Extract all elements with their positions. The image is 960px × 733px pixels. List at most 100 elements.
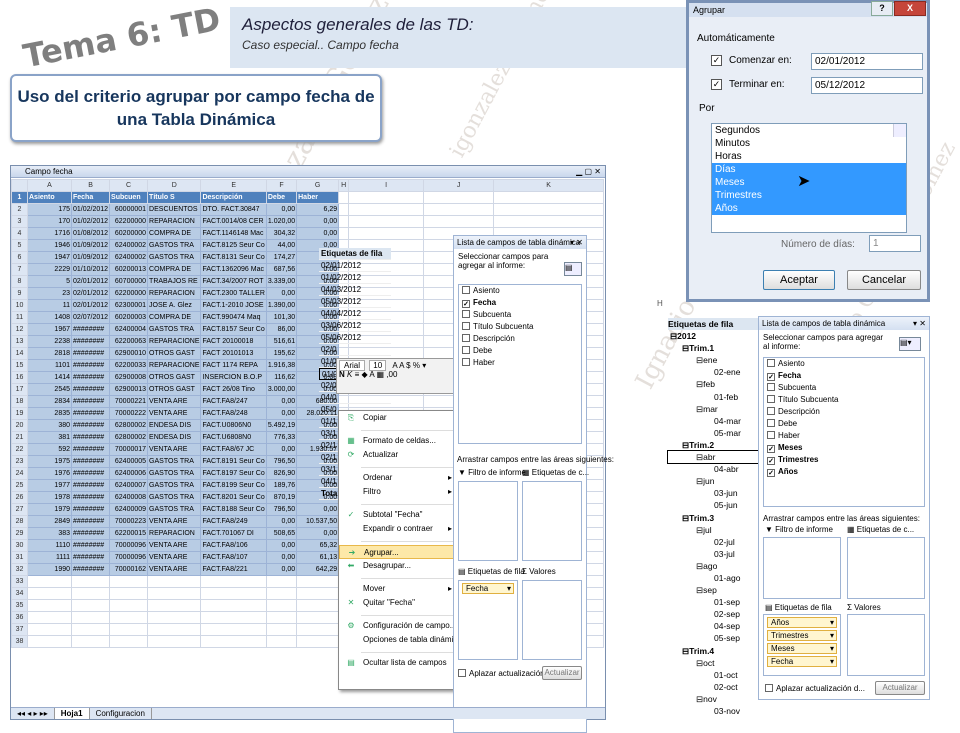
cell[interactable]: 1975	[27, 455, 72, 468]
cell[interactable]: 62400002	[109, 239, 149, 252]
cell[interactable]: FACT.FA8/221	[200, 563, 267, 576]
cell[interactable]: 381	[27, 431, 72, 444]
pivot-row[interactable]: 01-sep	[668, 596, 763, 608]
row-field-pill[interactable]: Fecha	[462, 583, 514, 594]
pivot-row[interactable]: 01-feb	[668, 391, 763, 403]
cell[interactable]: DESCUENTOS	[147, 203, 202, 216]
pivot-row[interactable]: 04-sep	[668, 620, 763, 632]
cell[interactable]: OTROS GAST	[147, 371, 202, 384]
cell[interactable]: 62200033	[109, 359, 149, 372]
close-icon[interactable]: ▾ ✕	[570, 236, 583, 249]
cell[interactable]: VENTA ARE	[147, 539, 202, 552]
mini-toolbar[interactable]: Arial 10 A A $ % ▾ N K ≡ ◆ A ▦ ,00	[336, 358, 472, 394]
pivot-row[interactable]: 02-ene	[668, 366, 763, 378]
row-number[interactable]: 25	[11, 479, 28, 492]
empty-cell[interactable]	[147, 587, 202, 600]
cell[interactable]: ########	[70, 539, 111, 552]
cell[interactable]: VENTA ARE	[147, 551, 202, 564]
row-field-pill[interactable]: Trimestres	[767, 630, 837, 641]
cell[interactable]: GASTOS TRA	[147, 251, 202, 264]
cell[interactable]: FACT.2300 TALLER	[200, 287, 267, 300]
pivot-row[interactable]: 01-oct	[668, 669, 763, 681]
rows-area[interactable]: Años Trimestres Meses Fecha	[763, 614, 841, 676]
cell[interactable]: 70000096	[109, 551, 149, 564]
row-number[interactable]: 33	[11, 575, 28, 588]
field-checkbox[interactable]: ✓ Fecha	[764, 370, 924, 382]
cell[interactable]: VENTA ARE	[147, 563, 202, 576]
pivot-row[interactable]: ⊟jul	[668, 524, 763, 536]
cell[interactable]: FACT.8191 Seur Co	[200, 455, 267, 468]
close-button[interactable]: X	[894, 1, 926, 16]
pivot-row[interactable]: 04-mar	[668, 415, 763, 427]
cell[interactable]: 0,00	[296, 503, 340, 516]
cell[interactable]: 2229	[27, 263, 72, 276]
pivot-row[interactable]: ⊟oct	[668, 657, 763, 669]
empty-cell[interactable]	[109, 611, 149, 624]
cell[interactable]: 195,62	[265, 347, 298, 360]
cell[interactable]: 2834	[27, 395, 72, 408]
row-number[interactable]: 14	[11, 347, 28, 360]
cell[interactable]: 3.000,00	[265, 383, 298, 396]
pivot-row[interactable]: 03/06/2012	[319, 320, 391, 332]
pivot-row[interactable]: ⊟feb	[668, 378, 763, 390]
cell[interactable]: FACT.1362096 Mac	[200, 263, 267, 276]
row-number[interactable]: 16	[11, 371, 28, 384]
cell[interactable]: 1978	[27, 491, 72, 504]
cell[interactable]: ########	[70, 479, 111, 492]
cell[interactable]: 101,30	[265, 311, 298, 324]
cell[interactable]: FACT.FA8/249	[200, 515, 267, 528]
row-number[interactable]: 10	[11, 299, 28, 312]
empty-cell[interactable]	[296, 635, 340, 648]
cell[interactable]: 62400002	[109, 251, 149, 264]
cell[interactable]: ########	[70, 431, 111, 444]
row-number[interactable]: 26	[11, 491, 28, 504]
cell[interactable]: FACT.FA8/67 JC	[200, 443, 267, 456]
cell[interactable]: 1.390,00	[265, 299, 298, 312]
cell[interactable]: OTROS GAST	[147, 347, 202, 360]
cell[interactable]: COMPRA DE	[147, 311, 202, 324]
values-area[interactable]	[847, 614, 925, 676]
cell[interactable]: 62400005	[109, 455, 149, 468]
cell[interactable]: VENTA ARE	[147, 515, 202, 528]
pivot-header[interactable]: Etiquetas de fila	[319, 248, 391, 260]
empty-cell[interactable]	[27, 587, 72, 600]
cell[interactable]: 70000221	[109, 395, 149, 408]
cell[interactable]: REPARACIONE	[147, 359, 202, 372]
pivot-row[interactable]: ⊟Trim.2	[668, 439, 763, 451]
close-icon[interactable]: ▾ ✕	[913, 317, 926, 330]
field-checkbox[interactable]: ✓ Meses	[764, 442, 924, 454]
cell[interactable]: 70000017	[109, 443, 149, 456]
cell[interactable]: ########	[70, 551, 111, 564]
empty-cell[interactable]	[296, 611, 340, 624]
cell[interactable]: 2849	[27, 515, 72, 528]
empty-cell[interactable]	[265, 599, 298, 612]
cell[interactable]: 189,76	[265, 479, 298, 492]
cell[interactable]: 62200015	[109, 527, 149, 540]
cell[interactable]: 174,27	[265, 251, 298, 264]
column-letter[interactable]: E	[200, 179, 267, 192]
row-number[interactable]: 22	[11, 443, 28, 456]
layout-icon[interactable]: ▤	[564, 262, 582, 276]
cell[interactable]: 0,00	[265, 287, 298, 300]
cell[interactable]: 02/01/2012	[70, 287, 111, 300]
empty-cell[interactable]	[338, 191, 350, 204]
row-number[interactable]: 30	[11, 539, 28, 552]
cell[interactable]: GASTOS TRA	[147, 503, 202, 516]
pivot-row[interactable]: 04/04/2012	[319, 308, 391, 320]
cell[interactable]: 5	[27, 275, 72, 288]
row-number[interactable]: 21	[11, 431, 28, 444]
cell[interactable]: REPARACION	[147, 527, 202, 540]
row-number[interactable]: 13	[11, 335, 28, 348]
cell[interactable]: VENTA ARE	[147, 407, 202, 420]
scrollbar[interactable]	[893, 124, 906, 137]
row-field-pill[interactable]: Fecha	[767, 656, 837, 667]
cell[interactable]: 01/08/2012	[70, 227, 111, 240]
empty-cell[interactable]	[423, 191, 495, 204]
empty-cell[interactable]	[265, 623, 298, 636]
table-header[interactable]: Fecha	[70, 191, 111, 204]
cell[interactable]: GASTOS TRA	[147, 239, 202, 252]
cell[interactable]: FACT.8197 Seur Co	[200, 467, 267, 480]
cell[interactable]: 02/01/2012	[70, 275, 111, 288]
cell[interactable]: DTO. FACT.30847	[200, 203, 267, 216]
cell[interactable]: 2818	[27, 347, 72, 360]
